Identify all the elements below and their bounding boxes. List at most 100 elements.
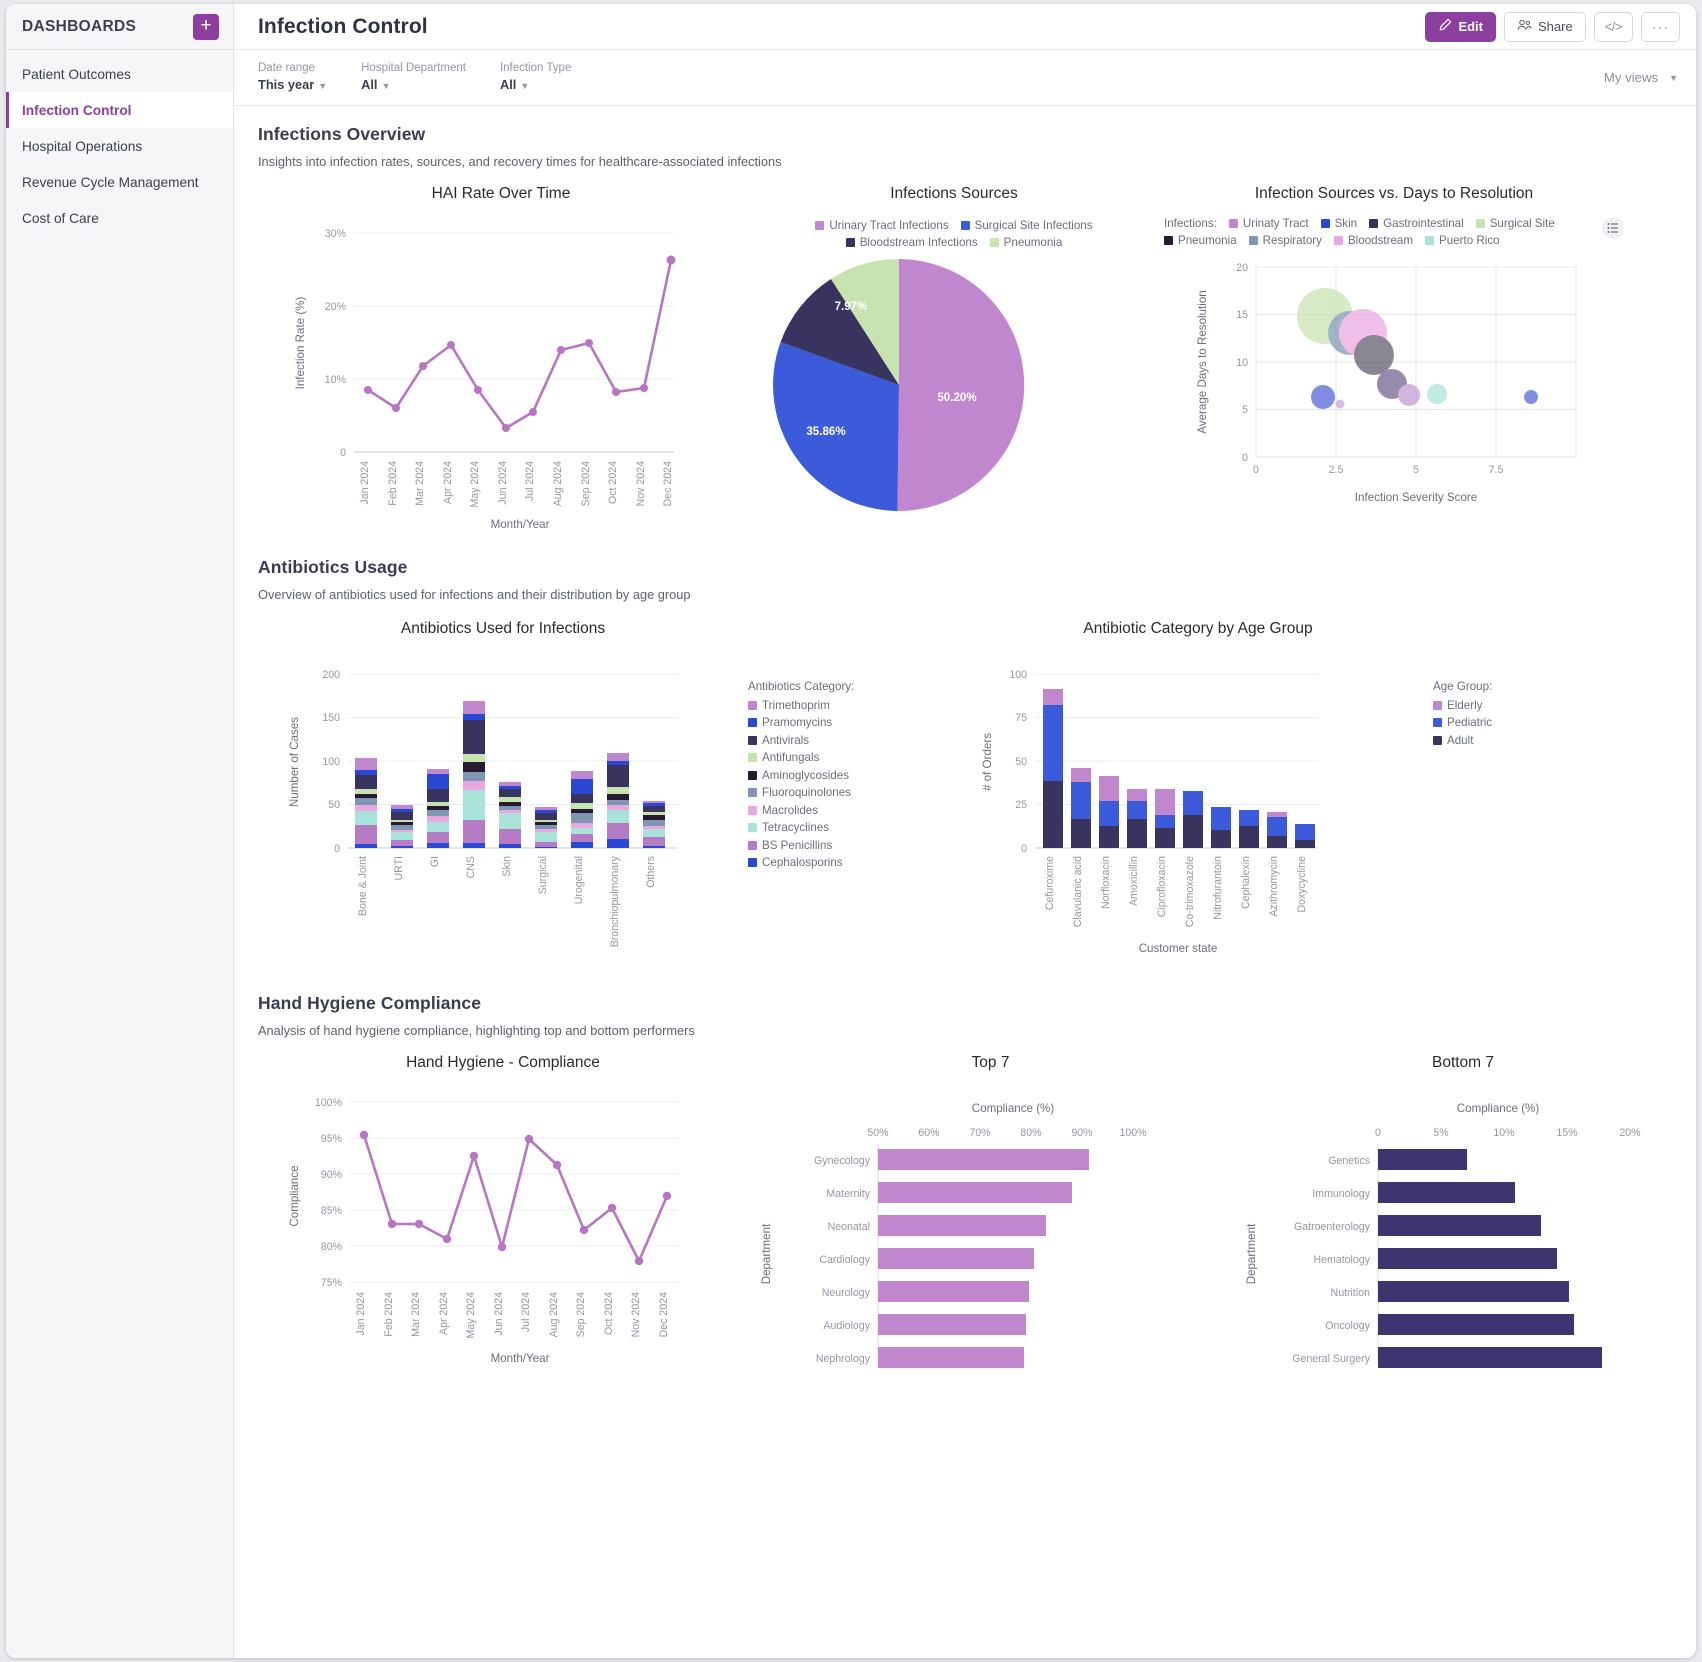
legend-item-macrolides[interactable]: Macrolides (748, 804, 963, 817)
share-button[interactable]: Share (1504, 12, 1586, 42)
filter-value[interactable]: This year▼ (258, 76, 327, 95)
legend-item-tetracyclines[interactable]: Tetracyclines (748, 821, 963, 834)
chart-top-7[interactable]: Top 7 Compliance (%) 50% 60% 70% 80% 90%… (748, 1054, 1233, 1389)
sidebar-item-hospital-operations[interactable]: Hospital Operations (6, 128, 233, 164)
svg-text:GI: GI (429, 856, 441, 867)
legend-label: Gastrointestinal (1383, 217, 1464, 230)
legend-item-surgical-site[interactable]: Surgical Site (1476, 217, 1555, 230)
embed-code-button[interactable]: </> (1594, 12, 1633, 42)
legend-swatch (990, 238, 999, 247)
dashboard-canvas: Infections Overview Insights into infect… (234, 106, 1696, 1658)
filter-value-text: All (500, 77, 516, 92)
legend-item-pneumonia[interactable]: Pneumonia (1164, 234, 1237, 247)
legend-item-gastrointestinal[interactable]: Gastrointestinal (1369, 217, 1464, 230)
add-dashboard-button[interactable]: + (193, 14, 219, 40)
svg-text:Others: Others (645, 856, 657, 888)
legend-list-toggle-button[interactable] (1602, 217, 1624, 239)
more-options-button[interactable]: ··· (1641, 12, 1680, 42)
legend-item-urinary-tract-infections[interactable]: Urinary Tract Infections (815, 219, 948, 232)
page-title: Infection Control (258, 15, 1425, 39)
filter-value-text: All (361, 77, 377, 92)
chart-title: HAI Rate Over Time (258, 185, 744, 203)
sidebar-title: DASHBOARDS (22, 18, 136, 36)
legend-item-puerto-rico[interactable]: Puerto Rico (1425, 234, 1500, 247)
bar-gynecology (878, 1149, 1089, 1170)
chart-hand-hygiene[interactable]: Hand Hygiene - Compliance 100% 95% 90 (258, 1054, 748, 1389)
svg-text:Gatroenterology: Gatroenterology (1294, 1221, 1371, 1233)
legend-label: Elderly (1447, 699, 1482, 712)
bar-cefuroxime (1043, 689, 1063, 848)
legend-item-antivirals[interactable]: Antivirals (748, 734, 963, 747)
legend-item-respiratory[interactable]: Respiratory (1249, 234, 1322, 247)
filter-date-range[interactable]: Date range This year▼ (258, 61, 327, 95)
sidebar-item-label: Hospital Operations (22, 139, 142, 154)
x-tick: 0 (1375, 1127, 1381, 1139)
legend-item-elderly[interactable]: Elderly (1433, 699, 1583, 712)
legend-item-pneumonia[interactable]: Pneumonia (990, 236, 1063, 249)
row-hygiene-charts: Hand Hygiene - Compliance 100% 95% 90 (258, 1054, 1674, 1389)
bottom7-plot: Compliance (%) 0 5% 10% 15% 20% Departme… (1233, 1084, 1693, 1384)
chart-antibiotic-age-group[interactable]: Antibiotic Category by Age Group 100 75 … (963, 620, 1433, 987)
edit-button[interactable]: Edit (1425, 12, 1496, 42)
chart-title: Hand Hygiene - Compliance (258, 1054, 748, 1072)
sidebar-item-patient-outcomes[interactable]: Patient Outcomes (6, 56, 233, 92)
share-label: Share (1538, 19, 1573, 34)
legend-item-trimethoprim[interactable]: Trimethoprim (748, 699, 963, 712)
legend-label: Pneumonia (1004, 236, 1063, 249)
legend-item-bloodstream[interactable]: Bloodstream (1334, 234, 1413, 247)
legend-item-urinaty-tract[interactable]: Urinaty Tract (1229, 217, 1309, 230)
bar-skin (499, 782, 521, 848)
chart-title: Infection Sources vs. Days to Resolution (1164, 185, 1624, 203)
legend-swatch (1433, 718, 1442, 727)
svg-text:Neurology: Neurology (822, 1287, 871, 1299)
filter-value[interactable]: All▼ (361, 76, 466, 95)
y-tick: 95% (321, 1133, 343, 1145)
bubble-urinaty-tract (1398, 384, 1420, 406)
bar-amoxicillin (1127, 789, 1147, 848)
chart-antibiotics-used[interactable]: Antibiotics Used for Infections 200 150 … (258, 620, 748, 987)
legend-swatch (815, 221, 824, 230)
bar-surgical (535, 807, 557, 848)
legend-item-bloodstream-infections[interactable]: Bloodstream Infections (846, 236, 978, 249)
filter-value-text: This year (258, 77, 314, 92)
pie-plot: 50.20% 35.86% 7.97% (744, 253, 1164, 538)
y-tick: 50 (1015, 756, 1027, 768)
legend-item-pediatric[interactable]: Pediatric (1433, 716, 1583, 729)
legend-item-pramomycins[interactable]: Pramomycins (748, 716, 963, 729)
my-views-dropdown[interactable]: My views ▼ (1604, 70, 1678, 85)
legend-swatch (1369, 219, 1378, 228)
sidebar-item-infection-control[interactable]: Infection Control (6, 92, 233, 128)
antibiotics-used-plot: 200 150 100 50 0 Number of Cases (258, 652, 748, 982)
legend-item-fluoroquinolones[interactable]: Fluoroquinolones (748, 786, 963, 799)
chart-hai-rate[interactable]: HAI Rate Over Time 30% 20% 10% 0 Infecti… (258, 185, 744, 543)
legend-item-aminoglycosides[interactable]: Aminoglycosides (748, 769, 963, 782)
filter-infection-type[interactable]: Infection Type All▼ (500, 61, 571, 95)
svg-text:Skin: Skin (501, 856, 513, 877)
legend-item-adult[interactable]: Adult (1433, 734, 1583, 747)
filter-value[interactable]: All▼ (500, 76, 571, 95)
legend-item-antifungals[interactable]: Antifungals (748, 751, 963, 764)
y-tick: 0 (1242, 452, 1248, 464)
sidebar-item-cost-of-care[interactable]: Cost of Care (6, 200, 233, 236)
svg-text:Sep 2024: Sep 2024 (575, 1292, 587, 1337)
legend-label: Surgical Site Infections (975, 219, 1093, 232)
legend-item-bs-penicillins[interactable]: BS Penicillins (748, 839, 963, 852)
y-axis-label: Average Days to Resolution (1196, 290, 1209, 434)
y-tick: 75 (1015, 712, 1027, 724)
svg-text:Jul 2024: Jul 2024 (524, 461, 536, 501)
legend-title: Age Group: (1433, 680, 1583, 693)
bubble-pneumonia (1354, 335, 1394, 375)
legend-item-skin[interactable]: Skin (1321, 217, 1358, 230)
x-tick-labels: Cefuroxime Clavulanic acid Norfloxacin A… (1044, 856, 1308, 927)
filter-hospital-department[interactable]: Hospital Department All▼ (361, 61, 466, 95)
chart-infections-sources[interactable]: Infections Sources Urinary Tract Infecti… (744, 185, 1164, 543)
legend-item-surgical-site-infections[interactable]: Surgical Site Infections (961, 219, 1093, 232)
chart-bottom-7[interactable]: Bottom 7 Compliance (%) 0 5% 10% 15% 20%… (1233, 1054, 1693, 1389)
sidebar-list: Patient Outcomes Infection Control Hospi… (6, 50, 233, 236)
bar-nephrology (878, 1347, 1024, 1368)
chart-sources-vs-days[interactable]: Infection Sources vs. Days to Resolution… (1164, 185, 1624, 543)
legend-item-cephalosporins[interactable]: Cephalosporins (748, 856, 963, 869)
row-overview-charts: HAI Rate Over Time 30% 20% 10% 0 Infecti… (258, 185, 1674, 543)
sidebar-item-revenue-cycle-management[interactable]: Revenue Cycle Management (6, 164, 233, 200)
bar-cardiology (878, 1248, 1034, 1269)
